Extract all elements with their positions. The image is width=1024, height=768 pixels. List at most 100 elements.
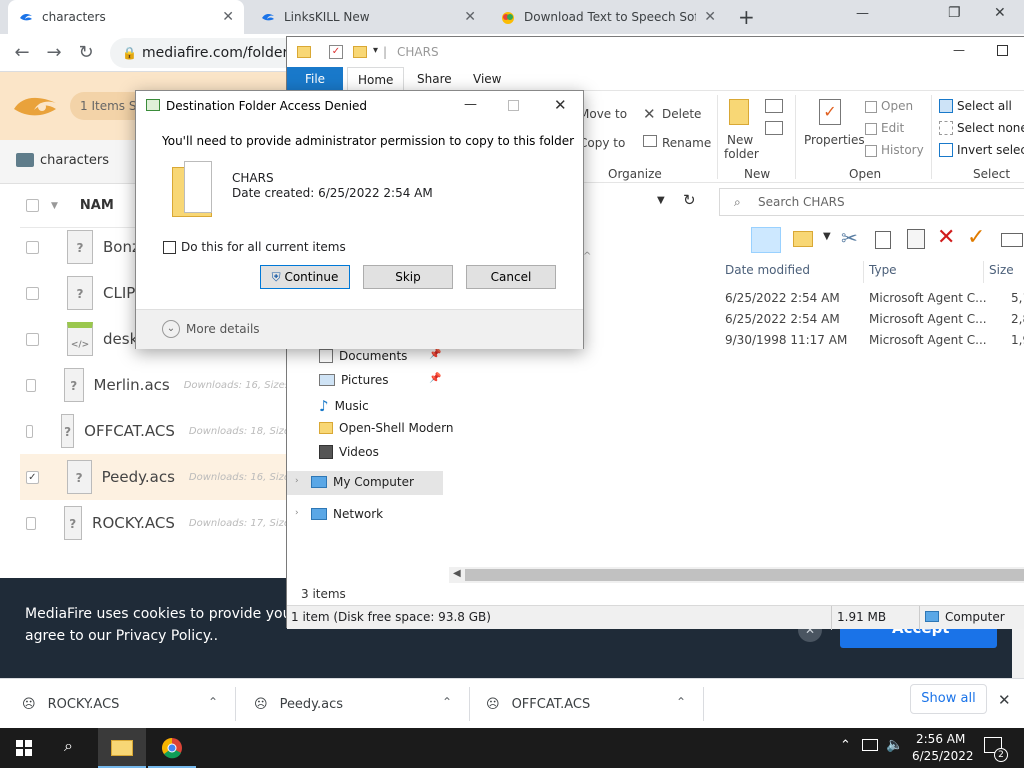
close-window-button[interactable]: ✕ <box>994 5 1006 21</box>
show-all-button[interactable]: Show all <box>910 684 987 714</box>
minimize-button[interactable]: — <box>856 6 869 21</box>
back-icon[interactable]: ← <box>10 41 34 65</box>
nav-item-open-shell[interactable]: Open-Shell Modern <box>319 421 454 435</box>
clock-time[interactable]: 2:56 AM <box>916 732 965 746</box>
tab-share[interactable]: Share <box>407 67 462 91</box>
nav-item-documents[interactable]: Documents <box>319 349 407 363</box>
new-folder-cmd-icon[interactable] <box>793 231 813 247</box>
clock-date[interactable]: 6/25/2022 <box>912 749 974 763</box>
taskbar-chrome[interactable] <box>148 728 196 768</box>
file-name[interactable]: Peedy.acs <box>102 468 175 486</box>
preview-pane-icon[interactable] <box>751 227 781 253</box>
tab-close-icon[interactable]: ✕ <box>222 9 234 25</box>
address-bar[interactable]: 🔒 mediafire.com/folder/6 <box>110 38 310 68</box>
copy-icon[interactable] <box>875 231 891 249</box>
new-tab-button[interactable]: + <box>738 5 755 29</box>
file-row[interactable]: ? Merlin.acs Downloads: 16, Sizes <box>20 362 290 408</box>
nav-item-music[interactable]: ♪ Music <box>319 397 369 415</box>
delete-icon[interactable]: ✕ <box>937 225 955 250</box>
file-name[interactable]: Merlin.acs <box>94 376 170 394</box>
select-all-checkbox[interactable] <box>26 199 39 212</box>
file-row[interactable]: ✓? Peedy.acs Downloads: 16, Size <box>20 454 290 500</box>
address-dropdown-icon[interactable]: ▼ <box>657 195 665 206</box>
new-folder-label-2[interactable]: folder <box>724 147 759 161</box>
more-details-link[interactable]: More details <box>186 322 260 336</box>
tab-close-icon[interactable]: ✕ <box>704 9 716 25</box>
file-row[interactable]: ? OFFCAT.ACS Downloads: 18, Size <box>20 408 290 454</box>
file-checkbox[interactable] <box>26 332 39 346</box>
download-item[interactable]: ☹ OFFCAT.ACS ⌃ <box>470 679 704 729</box>
quick-access-dropdown-icon[interactable]: ▾ <box>373 45 378 56</box>
download-item[interactable]: ☹ ROCKY.ACS ⌃ <box>0 679 236 729</box>
sort-caret-icon[interactable]: ▼ <box>51 201 58 211</box>
file-checkbox[interactable] <box>26 240 39 254</box>
column-date-modified[interactable]: Date modified <box>725 263 810 277</box>
properties-button[interactable]: Properties <box>804 133 865 147</box>
chevron-up-icon[interactable]: ⌃ <box>676 695 686 709</box>
refresh-icon[interactable]: ↻ <box>683 191 696 209</box>
chevron-up-icon[interactable]: ⌃ <box>442 695 452 709</box>
horizontal-scrollbar[interactable]: ◀ <box>449 567 1024 583</box>
file-name[interactable]: CLIP <box>103 284 135 302</box>
nav-item-pictures[interactable]: Pictures <box>319 373 389 387</box>
search-icon[interactable]: ⌕ <box>64 736 73 756</box>
pin-icon[interactable]: 📌 <box>429 373 441 384</box>
search-input[interactable]: ⌕ Search CHARS <box>719 188 1024 216</box>
cancel-button[interactable]: Cancel <box>466 265 556 289</box>
table-row[interactable]: 6/25/2022 2:54 AM Microsoft Agent C... 5… <box>725 291 1024 305</box>
tab-characters[interactable]: characters ✕ <box>8 0 244 34</box>
volume-icon[interactable]: 🔈 <box>886 737 903 753</box>
properties-check-icon[interactable]: ✓ <box>967 225 985 250</box>
tab-close-icon[interactable]: ✕ <box>464 9 476 25</box>
file-checkbox[interactable] <box>26 516 36 530</box>
open-button[interactable]: Open <box>881 99 913 113</box>
explorer-maximize-button[interactable] <box>997 45 1008 56</box>
tab-download-tts[interactable]: Download Text to Speech Softwa ✕ <box>490 0 726 34</box>
file-row[interactable]: ? ROCKY.ACS Downloads: 17, Size <box>20 500 290 546</box>
nav-item-my-computer[interactable]: › My Computer <box>287 471 443 495</box>
select-all-button[interactable]: Select all <box>957 99 1012 113</box>
dialog-close-button[interactable]: ✕ <box>554 96 567 114</box>
file-name[interactable]: OFFCAT.ACS <box>84 422 175 440</box>
table-row[interactable]: 6/25/2022 2:54 AM Microsoft Agent C... 2… <box>725 312 1024 326</box>
explorer-minimize-button[interactable]: — <box>953 43 965 57</box>
tab-view[interactable]: View <box>463 67 511 91</box>
expand-caret-icon[interactable]: › <box>295 508 299 518</box>
windows-start-icon[interactable] <box>16 740 32 756</box>
edit-button[interactable]: Edit <box>881 121 904 135</box>
nav-item-videos[interactable]: Videos <box>319 445 379 459</box>
file-checkbox[interactable] <box>26 286 39 300</box>
file-checkbox[interactable] <box>26 424 34 438</box>
copy-to-button[interactable]: Copy to <box>579 136 625 150</box>
select-none-button[interactable]: Select none <box>957 121 1024 135</box>
delete-button[interactable]: Delete <box>662 107 701 121</box>
chevron-down-icon[interactable]: ⌄ <box>162 320 180 338</box>
show-hidden-icons-icon[interactable]: ⌃ <box>840 738 851 753</box>
column-size[interactable]: Size <box>989 263 1014 277</box>
scroll-thumb[interactable] <box>465 569 1024 581</box>
table-row[interactable]: 9/30/1998 11:17 AM Microsoft Agent C... … <box>725 333 1024 347</box>
network-tray-icon[interactable] <box>862 739 878 751</box>
file-checkbox[interactable] <box>26 378 37 392</box>
chevron-up-icon[interactable]: ⌃ <box>208 695 218 709</box>
cmd-dropdown-icon[interactable]: ▼ <box>823 231 831 242</box>
column-type[interactable]: Type <box>869 263 897 277</box>
move-to-button[interactable]: Move to <box>579 107 627 121</box>
tab-file[interactable]: File <box>287 67 343 91</box>
new-item-icon[interactable] <box>765 99 783 113</box>
forward-icon[interactable]: → <box>42 41 66 65</box>
new-folder-quick-icon[interactable] <box>353 46 367 58</box>
reload-icon[interactable]: ↻ <box>74 41 98 65</box>
maximize-button[interactable]: ❐ <box>948 5 961 21</box>
continue-button[interactable]: ⛨ Continue <box>260 265 350 289</box>
cut-icon[interactable]: ✂ <box>841 226 858 250</box>
do-this-for-all-checkbox[interactable] <box>163 241 176 254</box>
properties-quick-icon[interactable]: ✓ <box>329 45 343 59</box>
collapse-caret-icon[interactable]: ^ <box>583 251 591 262</box>
close-shelf-icon[interactable]: ✕ <box>998 691 1011 709</box>
taskbar-explorer[interactable] <box>98 728 146 768</box>
skip-button[interactable]: Skip <box>363 265 453 289</box>
rename-button[interactable]: Rename <box>662 136 711 150</box>
dialog-minimize-button[interactable]: — <box>464 97 477 112</box>
expand-caret-icon[interactable]: › <box>295 476 299 486</box>
